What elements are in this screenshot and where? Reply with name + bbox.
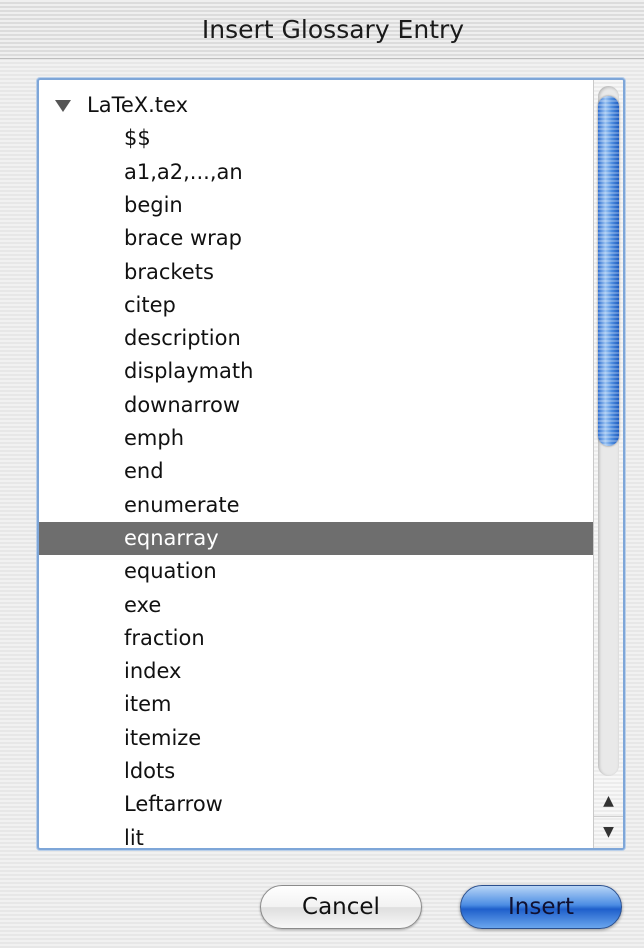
tree-root-label: LaTeX.tex: [87, 93, 189, 117]
list-item-label: begin: [124, 192, 183, 217]
list-item[interactable]: $$: [39, 122, 594, 155]
list-item-label: Leftarrow: [124, 792, 223, 817]
glossary-tree[interactable]: LaTeX.tex $$ a1,a2,...,an begin brace wrap b…: [39, 80, 594, 848]
list-item-label: exe: [124, 592, 162, 617]
list-item[interactable]: equation: [39, 555, 594, 588]
list-item-label: enumerate: [124, 492, 240, 517]
list-item[interactable]: itemize: [39, 722, 594, 755]
glossary-list-box[interactable]: LaTeX.tex $$ a1,a2,...,an begin brace wrap b…: [37, 78, 625, 850]
list-item[interactable]: exe: [39, 589, 594, 622]
list-item[interactable]: downarrow: [39, 389, 594, 422]
list-item[interactable]: lit: [39, 822, 594, 850]
list-item[interactable]: brace wrap: [39, 222, 594, 255]
disclosure-triangle-down-icon[interactable]: [55, 100, 71, 112]
list-item-label: eqnarray: [124, 525, 219, 550]
insert-button[interactable]: Insert: [460, 885, 622, 929]
list-item-label: fraction: [124, 625, 205, 650]
list-item-label: brace wrap: [124, 226, 242, 251]
list-item[interactable]: brackets: [39, 256, 594, 289]
scroll-up-arrow-icon[interactable]: ▲: [594, 786, 623, 816]
list-item[interactable]: emph: [39, 422, 594, 455]
list-item[interactable]: enumerate: [39, 489, 594, 522]
list-item-label: item: [124, 692, 172, 717]
list-item[interactable]: index: [39, 655, 594, 688]
list-item-label: displaymath: [124, 359, 254, 384]
list-item-label: ldots: [124, 759, 176, 783]
list-item[interactable]: description: [39, 322, 594, 355]
list-item[interactable]: item: [39, 688, 594, 721]
list-item-label: lit: [124, 825, 144, 850]
list-item-label: $$: [124, 126, 151, 151]
cancel-button[interactable]: Cancel: [260, 885, 422, 929]
list-item[interactable]: begin: [39, 189, 594, 222]
list-item-label: downarrow: [124, 392, 240, 417]
list-item[interactable]: eqnarray: [39, 521, 594, 555]
list-item-label: brackets: [124, 259, 214, 284]
list-item[interactable]: Leftarrow: [39, 788, 594, 821]
list-item[interactable]: fraction: [39, 622, 594, 655]
window-title: Insert Glossary Entry: [201, 14, 465, 44]
list-item-label: end: [124, 459, 164, 484]
list-item-label: equation: [124, 559, 217, 584]
list-item[interactable]: end: [39, 455, 594, 488]
list-item[interactable]: displaymath: [39, 355, 594, 388]
scroll-down-arrow-icon[interactable]: ▼: [594, 816, 623, 847]
title-bar: Insert Glossary Entry: [0, 0, 644, 59]
list-item-label: emph: [124, 426, 185, 450]
list-item-label: a1,a2,...,an: [124, 159, 243, 184]
list-item-label: index: [124, 659, 182, 684]
list-item[interactable]: ldots: [39, 755, 594, 788]
list-item-label: itemize: [124, 725, 202, 750]
list-item-label: description: [124, 326, 241, 351]
vertical-scrollbar[interactable]: ▲ ▼: [593, 80, 623, 848]
list-item[interactable]: a1,a2,...,an: [39, 156, 594, 189]
tree-root-row[interactable]: LaTeX.tex: [39, 89, 594, 122]
list-item-label: citep: [124, 292, 176, 317]
list-item[interactable]: citep: [39, 289, 594, 322]
scroll-thumb[interactable]: [598, 96, 619, 446]
